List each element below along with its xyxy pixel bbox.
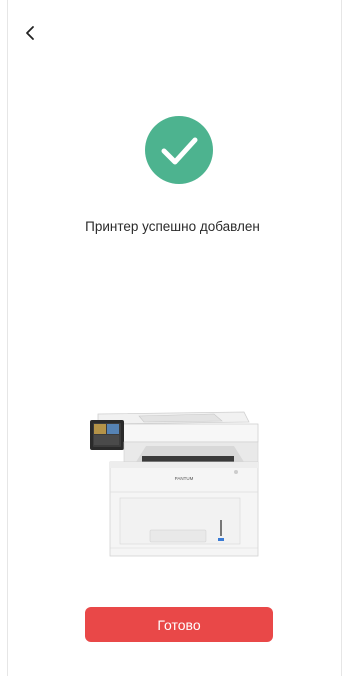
chevron-left-icon bbox=[26, 26, 34, 40]
printer-image: PANTUM bbox=[90, 411, 259, 557]
left-edge-divider bbox=[7, 0, 8, 676]
success-message: Принтер успешно добавлен bbox=[85, 219, 260, 234]
right-edge-divider bbox=[341, 0, 342, 676]
done-button[interactable]: Готово bbox=[85, 607, 273, 642]
printer-added-screen: Принтер успешно добавлен PANTUM Готово bbox=[0, 0, 345, 676]
check-circle-icon bbox=[145, 116, 213, 184]
back-button[interactable] bbox=[18, 20, 44, 46]
printer-brand-label: PANTUM bbox=[175, 476, 194, 481]
